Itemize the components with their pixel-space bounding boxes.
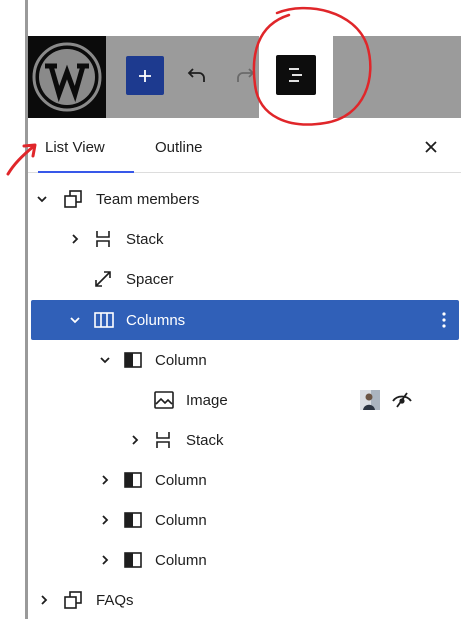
image-thumbnail <box>360 390 380 410</box>
list-item-faqs[interactable]: FAQs <box>28 580 461 619</box>
list-item-stack[interactable]: Stack <box>28 219 461 259</box>
tab-list-view[interactable]: List View <box>45 139 105 156</box>
columns-icon <box>93 309 115 331</box>
list-item-label: Columns <box>126 311 186 329</box>
chevron-right-icon[interactable] <box>98 553 112 567</box>
list-item-image[interactable]: Image <box>28 380 461 420</box>
column-icon <box>122 549 144 571</box>
undo-icon <box>187 68 205 82</box>
stack-icon <box>152 429 174 451</box>
chevron-down-icon[interactable] <box>68 313 82 327</box>
list-item-label: Stack <box>126 230 164 248</box>
list-item-label: Column <box>155 511 207 529</box>
list-item-label: Team members <box>96 190 200 208</box>
wordpress-logo[interactable] <box>28 36 106 118</box>
list-item-spacer[interactable]: Spacer <box>28 259 461 299</box>
list-item-label: Column <box>155 351 207 369</box>
list-item-label: Column <box>155 551 207 569</box>
list-view-toggle-button[interactable] <box>276 55 316 95</box>
active-tab-indicator <box>38 171 134 173</box>
add-block-button[interactable] <box>126 56 164 95</box>
wordpress-logo-icon <box>32 42 102 112</box>
spacer-icon <box>92 268 114 290</box>
column-icon <box>122 509 144 531</box>
close-button[interactable] <box>419 135 443 159</box>
tab-outline[interactable]: Outline <box>155 139 203 156</box>
hidden-visibility-icon[interactable] <box>390 388 414 412</box>
list-item-columns-selected[interactable]: Columns <box>31 300 459 340</box>
group-icon <box>62 188 84 210</box>
list-item-column[interactable]: Column <box>28 340 461 380</box>
chevron-right-icon[interactable] <box>37 593 51 607</box>
chevron-right-icon[interactable] <box>128 433 142 447</box>
sidebar-tabs: List View Outline <box>28 125 461 173</box>
chevron-right-icon[interactable] <box>68 232 82 246</box>
undo-button[interactable] <box>182 59 212 91</box>
list-item-column[interactable]: Column <box>28 460 461 500</box>
redo-icon <box>237 68 255 82</box>
close-icon <box>425 141 437 153</box>
stack-icon <box>92 228 114 250</box>
list-item-stack-nested[interactable]: Stack <box>28 420 461 460</box>
chevron-down-icon[interactable] <box>35 192 49 206</box>
list-item-column[interactable]: Column <box>28 500 461 540</box>
chevron-right-icon[interactable] <box>98 513 112 527</box>
list-item-label: Column <box>155 471 207 489</box>
group-icon <box>62 589 84 611</box>
list-item-team-members[interactable]: Team members <box>28 179 461 219</box>
list-item-column[interactable]: Column <box>28 540 461 580</box>
image-icon <box>153 389 175 411</box>
more-options-icon[interactable] <box>441 309 447 331</box>
list-view-icon <box>289 68 302 82</box>
plus-icon <box>139 69 151 82</box>
redo-button[interactable] <box>230 59 260 91</box>
list-item-label: Image <box>186 391 228 409</box>
list-item-label: Stack <box>186 431 224 449</box>
list-item-label: Spacer <box>126 270 174 288</box>
list-item-label: FAQs <box>96 591 134 609</box>
chevron-right-icon[interactable] <box>98 473 112 487</box>
column-icon <box>122 469 144 491</box>
column-icon <box>122 349 144 371</box>
chevron-down-icon[interactable] <box>98 353 112 367</box>
